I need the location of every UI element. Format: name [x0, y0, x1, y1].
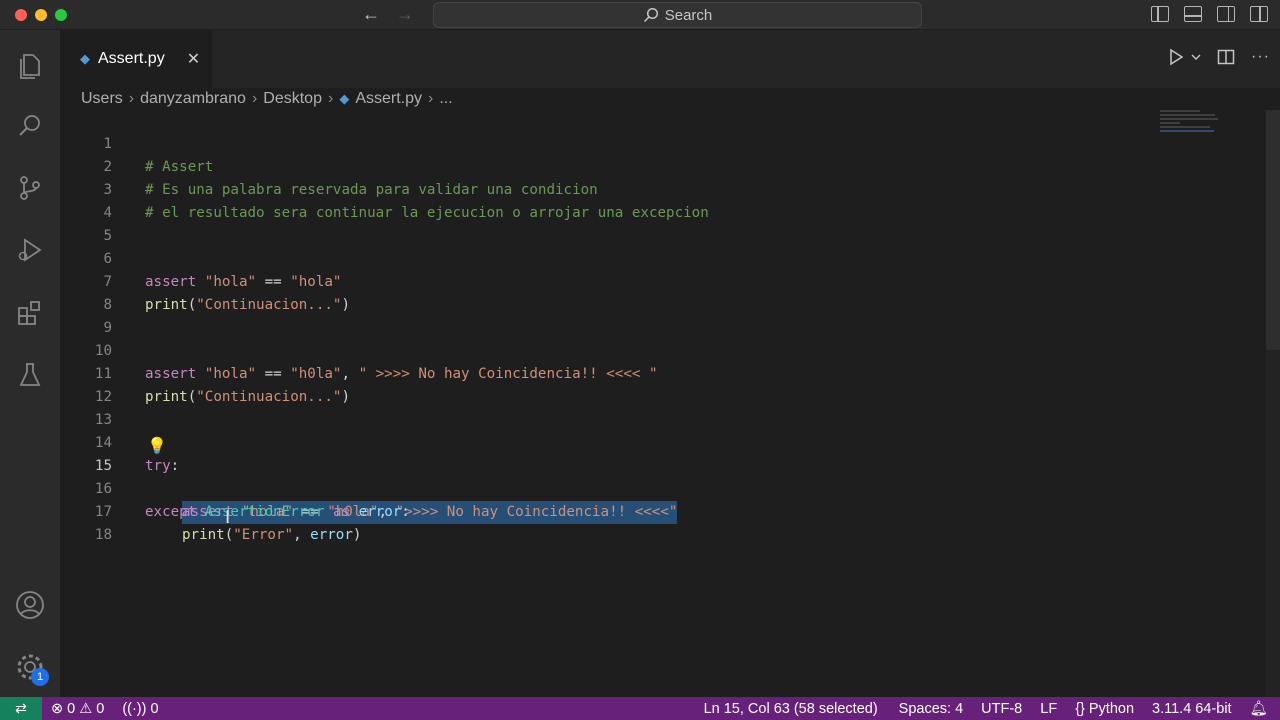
remote-indicator-icon[interactable]: ⇄	[0, 697, 42, 720]
code-line: 11 print("Continuacion...")	[60, 340, 1160, 405]
language-label: Python	[1088, 700, 1135, 717]
indentation[interactable]: Spaces: 4	[887, 701, 973, 717]
code-line: 6 assert "hola" == "hola"	[60, 225, 1160, 290]
accounts-icon[interactable]	[12, 587, 48, 623]
back-arrow-icon[interactable]: ←	[362, 4, 380, 24]
command-center-search[interactable]: Search	[433, 2, 922, 28]
vertical-scrollbar[interactable]	[1266, 110, 1280, 697]
minimize-window-button[interactable]	[35, 9, 47, 21]
breadcrumb-item[interactable]: Users	[81, 90, 123, 108]
python-file-icon: ◆	[339, 91, 350, 106]
source-control-icon[interactable]	[12, 170, 48, 206]
python-interpreter[interactable]: 3.11.4 64-bit	[1143, 701, 1241, 717]
toggle-panel-icon[interactable]	[1184, 6, 1202, 22]
testing-flask-icon[interactable]	[12, 357, 48, 393]
braces-icon: {}	[1075, 700, 1085, 717]
update-badge: 1	[31, 668, 49, 686]
explorer-icon[interactable]	[12, 48, 48, 84]
code-line: 9	[60, 294, 1160, 336]
scrollbar-thumb[interactable]	[1266, 110, 1280, 350]
search-label: Search	[664, 6, 713, 24]
error-icon: ⊗	[51, 700, 64, 717]
minimap[interactable]	[1160, 110, 1220, 150]
encoding[interactable]: UTF-8	[972, 701, 1031, 717]
code-line-active: 15 💡 assert "hola" == "h0la", ">>>> No h…	[60, 432, 1160, 524]
code-line: 1 # Assert	[60, 110, 1160, 175]
run-python-file-icon[interactable]	[1167, 48, 1185, 66]
problems-indicator[interactable]: ⊗ 0 ⚠ 0	[42, 701, 113, 717]
code-line: 2 # Es una palabra reservada para valida…	[60, 133, 1160, 198]
breadcrumb-item[interactable]: Assert.py	[355, 90, 422, 108]
breadcrumb: Users › danyzambrano › Desktop › ◆ Asser…	[60, 88, 1280, 110]
toggle-secondary-sidebar-icon[interactable]	[1217, 6, 1235, 22]
run-and-debug-icon[interactable]	[12, 232, 48, 268]
forward-arrow-icon[interactable]: →	[396, 4, 414, 24]
toggle-primary-sidebar-icon[interactable]	[1151, 6, 1169, 22]
chevron-right-icon: ›	[251, 90, 258, 107]
line-number: 18	[94, 527, 112, 543]
tab-label: Assert.py	[98, 50, 165, 67]
cursor-position[interactable]: Ln 15, Col 63 (58 selected)	[695, 701, 887, 717]
code-line: 14 try:	[60, 409, 1160, 474]
search-icon[interactable]	[12, 108, 48, 144]
notifications-bell-icon[interactable]: 🔔︎	[1241, 700, 1280, 717]
tab-bar: ◆ Assert.py ✕ ···	[60, 30, 1280, 88]
close-window-button[interactable]	[15, 9, 27, 21]
chevron-right-icon: ›	[128, 90, 135, 107]
search-icon	[643, 7, 658, 23]
more-actions-icon[interactable]: ···	[1251, 48, 1270, 66]
customize-layout-icon[interactable]	[1250, 6, 1268, 22]
code-line: 3 # el resultado sera continuar la ejecu…	[60, 156, 1160, 221]
warning-count: 0	[96, 700, 105, 717]
code-line: 16 except AssertionError as error:	[60, 455, 1160, 520]
ports-count: 0	[150, 700, 159, 717]
broadcast-icon: ((·))	[122, 700, 147, 717]
code-line: 5	[60, 202, 1160, 244]
code-line: 13	[60, 386, 1160, 428]
breadcrumb-item[interactable]: ...	[439, 90, 452, 108]
split-editor-icon[interactable]	[1217, 48, 1235, 66]
text-cursor-icon: I	[225, 507, 231, 528]
chevron-right-icon: ›	[327, 90, 334, 107]
code-line: 8	[60, 271, 1160, 313]
breadcrumb-item[interactable]: danyzambrano	[140, 90, 246, 108]
end-of-line[interactable]: LF	[1031, 701, 1066, 717]
close-icon[interactable]: ✕	[187, 49, 200, 69]
tab-assert-py[interactable]: ◆ Assert.py ✕	[60, 30, 212, 88]
code-line: 17 print("Error", error)	[60, 478, 1160, 543]
python-file-icon: ◆	[80, 51, 90, 66]
chevron-down-icon[interactable]	[1191, 52, 1201, 62]
title-bar: ← → Search	[0, 0, 1280, 30]
code-line: 12	[60, 363, 1160, 405]
lightbulb-icon[interactable]: 💡	[147, 434, 167, 457]
code-line: 7 print("Continuacion...")	[60, 248, 1160, 313]
warning-icon: ⚠	[79, 700, 93, 717]
extensions-icon[interactable]	[12, 295, 48, 331]
activity-bar	[0, 30, 60, 697]
code-line: 4	[60, 179, 1160, 221]
code-editor[interactable]: 1 # Assert 2 # Es una palabra reservada …	[60, 110, 1280, 697]
ports-indicator[interactable]: ((·)) 0	[113, 701, 167, 717]
error-count: 0	[67, 700, 76, 717]
code-line: 10 assert "hola" == "h0la", " >>>> No ha…	[60, 317, 1160, 382]
chevron-right-icon: ›	[428, 90, 434, 107]
status-bar: ⇄ ⊗ 0 ⚠ 0 ((·)) 0 Ln 15, Col 63 (58 sele…	[0, 697, 1280, 720]
zoom-window-button[interactable]	[55, 9, 67, 21]
breadcrumb-item[interactable]: Desktop	[263, 90, 322, 108]
code-text: print("Error", error)	[182, 527, 362, 543]
language-mode[interactable]: {} Python	[1066, 701, 1143, 717]
